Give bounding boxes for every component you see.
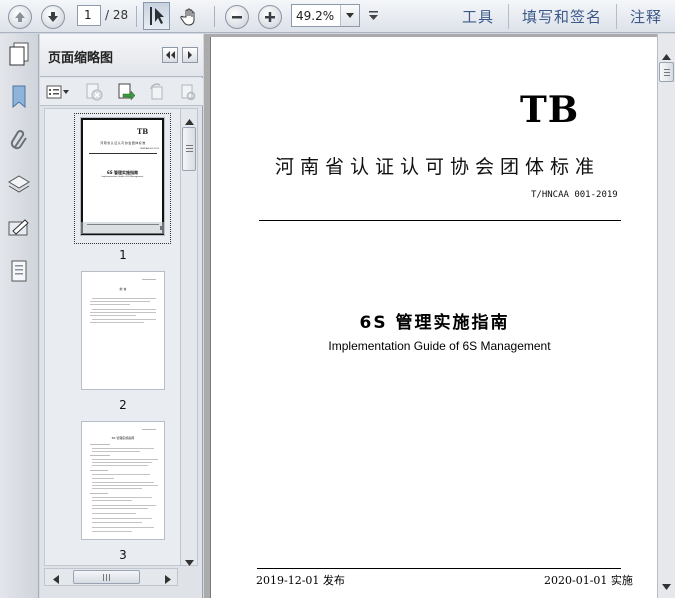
thumbnail-label-3: 3 — [119, 548, 127, 562]
scroll-left-icon[interactable] — [53, 573, 59, 587]
document-scrollbar-thumb[interactable] — [659, 62, 674, 82]
arrow-up-icon — [7, 4, 32, 29]
page-properties-icon — [181, 84, 196, 101]
doc-title-chinese: 6S 管理实施指南 — [359, 313, 510, 333]
doc-header-tb: TB — [520, 89, 580, 131]
panel-header: 页面缩略图 — [40, 34, 203, 77]
rotate-page-button[interactable] — [146, 82, 168, 102]
minus-icon — [224, 4, 249, 29]
rotate-page-icon — [150, 83, 163, 100]
doc-organization: 河南省认证认可协会团体标准 — [275, 156, 601, 178]
doc-effective-date: 2020-01-01 实施 — [544, 574, 633, 587]
thumbnail-page-1[interactable]: TB 河南省认证认可协会团体标准 T/HNCAA 001-2019 6S 管理实… — [80, 117, 165, 236]
scroll-right-icon[interactable] — [165, 573, 171, 587]
doc-publish-date: 2019-12-01 发布 — [256, 574, 345, 587]
plus-icon — [257, 4, 282, 29]
page-thumbnails-icon[interactable] — [6, 41, 32, 67]
delete-page-icon — [86, 83, 103, 101]
page-total-label: / 28 — [105, 8, 129, 22]
toolbar-divider — [508, 4, 509, 29]
navigation-icon-strip — [0, 34, 39, 598]
main-toolbar: 1 / 28 49.2% 工具 填写和签名 注释 — [0, 0, 675, 33]
doc-standard-code: T/HNCAA 001-2019 — [531, 190, 618, 200]
cursor-select-icon — [149, 7, 164, 25]
thumbnail-horizontal-scrollbar[interactable] — [44, 568, 178, 586]
thumbnail-label-1: 1 — [119, 248, 127, 262]
document-vertical-scrollbar[interactable] — [657, 34, 675, 598]
expand-panel-button[interactable] — [182, 47, 198, 63]
page-properties-button[interactable] — [177, 82, 199, 102]
hand-tool-button[interactable] — [176, 3, 203, 30]
fill-and-sign-link[interactable]: 填写和签名 — [522, 6, 602, 27]
toolbar-menu-arrow-icon[interactable] — [369, 10, 378, 25]
collapse-panel-button[interactable] — [162, 47, 178, 63]
bookmark-icon[interactable] — [6, 84, 32, 110]
layers-icon[interactable] — [6, 171, 32, 197]
comment-link[interactable]: 注释 — [630, 6, 662, 27]
extract-page-icon — [118, 83, 135, 101]
page-thumbnails-panel: 页面缩略图 TB 河南省认证认可协会团体标准 T/HNCAA 001-2019 … — [40, 34, 203, 598]
doc-footer-divider — [257, 568, 621, 569]
options-menu-button[interactable] — [44, 82, 72, 102]
thumb1-code: T/HNCAA 001-2019 — [139, 148, 159, 150]
thumbnail-shadow — [80, 222, 165, 234]
scroll-up-icon[interactable] — [185, 114, 194, 128]
zoom-select[interactable]: 49.2% — [291, 4, 360, 27]
zoom-out-button[interactable] — [223, 3, 250, 30]
scroll-down-icon[interactable] — [662, 579, 671, 593]
panel-title: 页面缩略图 — [48, 51, 114, 66]
list-options-icon — [46, 85, 69, 99]
hand-icon — [179, 8, 194, 26]
document-page: TB 河南省认证认可协会团体标准 T/HNCAA 001-2019 6S 管理实… — [210, 37, 657, 598]
horizontal-scrollbar-thumb[interactable] — [73, 570, 140, 584]
scroll-down-icon[interactable] — [185, 555, 194, 569]
scrollbar-thumb[interactable] — [182, 127, 196, 171]
thumb1-header: TB — [137, 127, 149, 136]
delete-page-button[interactable] — [83, 82, 105, 102]
thumbnail-list: TB 河南省认证认可协会团体标准 T/HNCAA 001-2019 6S 管理实… — [44, 108, 182, 566]
page-number-input[interactable]: 1 — [77, 5, 101, 26]
double-chevron-left-icon — [166, 51, 175, 59]
chevron-right-icon — [188, 51, 192, 59]
content-icon[interactable] — [6, 258, 32, 284]
signature-icon[interactable] — [6, 215, 32, 241]
document-view[interactable]: TB 河南省认证认可协会团体标准 T/HNCAA 001-2019 6S 管理实… — [204, 34, 657, 598]
extract-page-button[interactable] — [115, 82, 137, 102]
thumbnail-page-3[interactable]: 6S 管理实施指南 — [81, 421, 165, 540]
doc-divider — [259, 220, 621, 221]
attachment-icon[interactable] — [6, 128, 32, 154]
select-tool-button[interactable] — [143, 2, 170, 30]
panel-toolbar — [40, 78, 203, 106]
arrow-down-icon — [40, 4, 65, 29]
toolbar-divider — [616, 4, 617, 29]
tools-link[interactable]: 工具 — [462, 6, 494, 27]
thumbnail-label-2: 2 — [119, 398, 127, 412]
zoom-value: 49.2% — [296, 9, 335, 23]
thumb2-heading: 前 言 — [119, 287, 127, 291]
thumb3-heading: 6S 管理实施指南 — [111, 436, 135, 440]
thumb1-org: 河南省认证认可协会团体标准 — [100, 141, 146, 145]
next-page-button[interactable] — [39, 3, 66, 30]
doc-title-english: Implementation Guide of 6S Management — [328, 339, 551, 353]
thumb1-subtitle: Implementation Guide of 6S Management — [101, 176, 144, 178]
chevron-down-icon[interactable] — [340, 5, 359, 26]
thumbnail-vertical-scrollbar[interactable] — [180, 108, 198, 566]
toolbar-divider — [214, 6, 215, 27]
previous-page-button[interactable] — [6, 3, 33, 30]
scroll-up-icon[interactable] — [662, 49, 671, 63]
zoom-in-button[interactable] — [256, 3, 283, 30]
thumbnail-page-2[interactable]: 前 言 — [81, 271, 165, 390]
toolbar-divider — [136, 6, 137, 27]
